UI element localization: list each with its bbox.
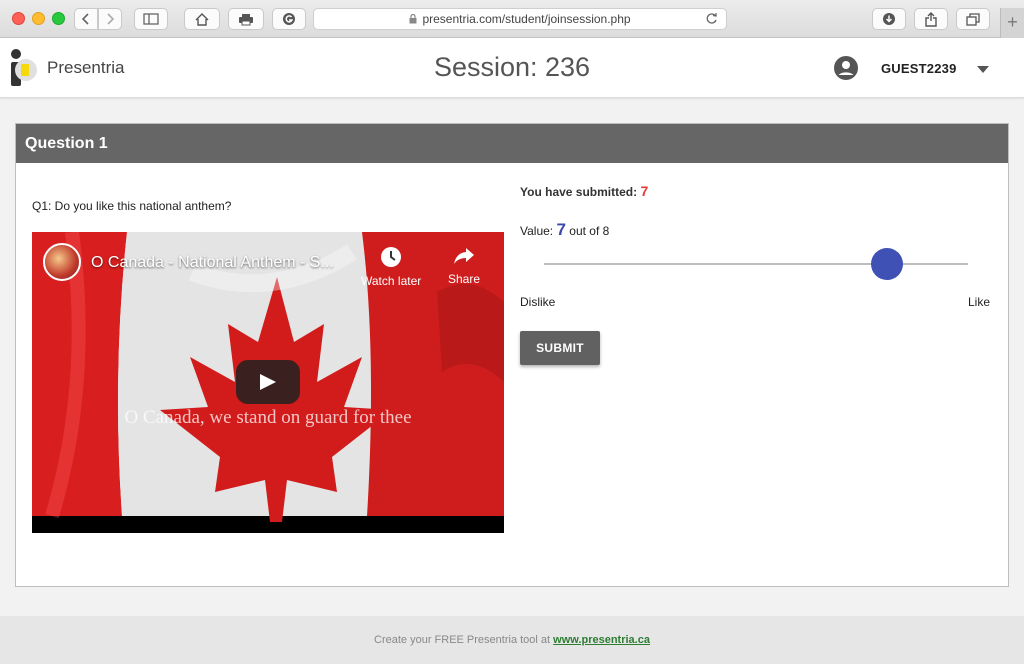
minimize-window-button[interactable] <box>32 12 45 25</box>
submit-button[interactable]: SUBMIT <box>520 331 600 365</box>
downloads-button[interactable] <box>872 8 906 30</box>
submitted-status: You have submitted: 7 <box>520 183 648 199</box>
clock-icon <box>381 247 402 267</box>
account-circle-icon[interactable] <box>834 56 858 80</box>
home-icon <box>195 12 209 26</box>
question-text: Q1: Do you like this national anthem? <box>32 199 232 213</box>
slider-track[interactable] <box>544 263 968 265</box>
back-button[interactable] <box>74 8 98 30</box>
play-icon <box>260 374 276 390</box>
caret-down-icon[interactable] <box>977 66 989 73</box>
share-label: Share <box>448 272 481 286</box>
print-icon <box>239 13 253 25</box>
watch-later-label: Watch later <box>361 274 422 288</box>
current-value: 7 <box>556 220 566 239</box>
footer: Create your FREE Presentria tool at www.… <box>0 616 1024 664</box>
browser-toolbar: presentria.com/student/joinsession.php + <box>0 0 1024 38</box>
dislike-label: Dislike <box>520 295 556 309</box>
slider-thumb[interactable] <box>871 248 904 280</box>
sidebar-icon <box>143 13 159 25</box>
lock-icon <box>409 14 417 24</box>
grammarly-icon <box>283 13 295 25</box>
play-button[interactable] <box>236 360 300 404</box>
rating-slider[interactable] <box>544 248 968 280</box>
like-label: Like <box>968 295 991 309</box>
close-window-button[interactable] <box>12 12 25 25</box>
channel-avatar[interactable] <box>43 243 81 281</box>
video-player[interactable]: O Canada - National Anthem - S... Watch … <box>32 232 504 533</box>
watch-later-button[interactable]: Watch later <box>361 246 421 288</box>
share-button[interactable] <box>914 8 948 30</box>
footer-link[interactable]: www.presentria.ca <box>553 634 650 646</box>
username[interactable]: GUEST2239 <box>881 61 957 76</box>
print-button[interactable] <box>228 8 264 30</box>
video-title[interactable]: O Canada - National Anthem - S... <box>91 254 334 272</box>
tabs-overview-button[interactable] <box>956 8 990 30</box>
submitted-value: 7 <box>640 183 649 199</box>
video-caption: O Canada, we stand on guard for thee <box>124 407 412 428</box>
url-text: presentria.com/student/joinsession.php <box>422 12 631 26</box>
download-icon <box>883 13 895 25</box>
sidebar-button[interactable] <box>134 8 168 30</box>
share-arrow-icon <box>454 248 475 264</box>
video-share-button[interactable]: Share <box>448 246 480 286</box>
reload-icon[interactable] <box>705 12 718 25</box>
address-bar[interactable]: presentria.com/student/joinsession.php <box>313 8 727 30</box>
chevron-left-icon <box>82 13 89 25</box>
home-button[interactable] <box>184 8 220 30</box>
value-label: Value: <box>520 224 557 238</box>
page-title: Session: 236 <box>433 52 591 82</box>
question-card: Question 1 Q1: Do you like this national… <box>15 123 1009 587</box>
share-icon <box>925 11 937 27</box>
chevron-right-icon <box>107 13 114 25</box>
footer-text: Create your FREE Presentria tool at <box>374 634 554 646</box>
submitted-label: You have submitted: <box>520 185 641 199</box>
tabs-icon <box>966 12 980 26</box>
forward-button[interactable] <box>98 8 122 30</box>
card-title: Question 1 <box>16 124 1008 163</box>
value-suffix: out of 8 <box>565 224 610 238</box>
extension-button[interactable] <box>272 8 306 30</box>
value-readout: Value: 7 out of 8 <box>520 220 609 240</box>
app-header: Presentria Session: 236 GUEST2239 <box>0 38 1024 98</box>
zoom-window-button[interactable] <box>52 12 65 25</box>
new-tab-button[interactable]: + <box>1000 8 1024 38</box>
